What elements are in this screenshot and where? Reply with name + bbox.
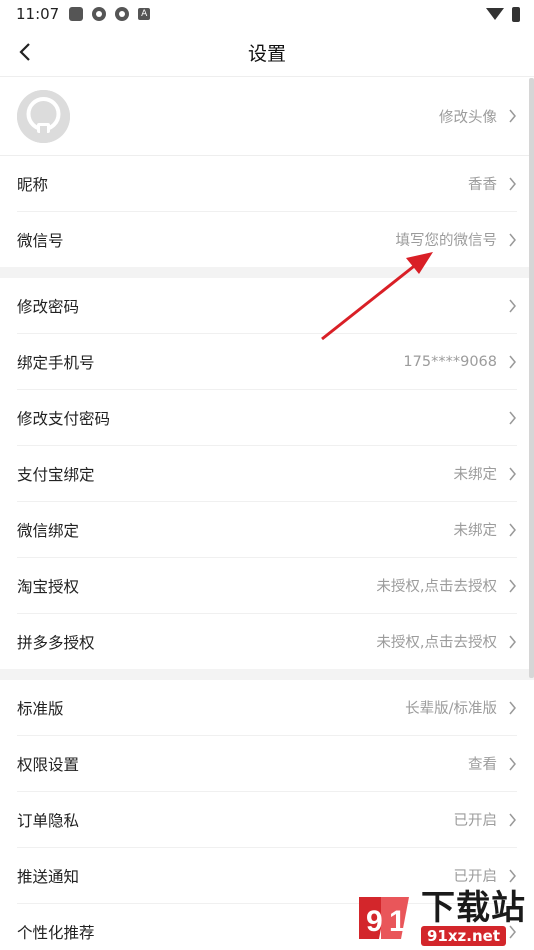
settings-row-label: 淘宝授权: [17, 577, 80, 596]
chevron-right-icon: [509, 635, 516, 648]
settings-row-label: 修改支付密码: [17, 409, 111, 428]
settings-row-label: 订单隐私: [17, 811, 80, 830]
chevron-right-icon: [509, 109, 516, 123]
avatar: [17, 89, 70, 143]
chevron-right-icon: [509, 467, 516, 480]
chevron-right-icon: [509, 701, 516, 714]
settings-row[interactable]: 绑定手机号 175****9068: [17, 334, 517, 390]
chevron-right-icon: [509, 411, 516, 424]
group-account: 修改密码 绑定手机号 175****9068 修改支付密码 支付宝绑定 未绑定 微信绑定 未绑…: [0, 278, 534, 669]
svg-text:9: 9: [366, 905, 383, 938]
settings-row-value: 未绑定: [453, 467, 498, 483]
settings-row-label: 权限设置: [17, 755, 80, 774]
settings-row[interactable]: 淘宝授权 未授权,点击去授权: [17, 558, 517, 614]
settings-row-value: 175****9068: [403, 353, 497, 370]
settings-row-label: 绑定手机号: [17, 353, 95, 372]
settings-row-value: 香香: [468, 177, 497, 193]
default-avatar-icon: [17, 89, 70, 143]
settings-row-value: 已开启: [453, 813, 498, 829]
settings-row[interactable]: 微信号 填写您的微信号: [17, 212, 517, 267]
settings-row[interactable]: 订单隐私 已开启: [17, 792, 517, 848]
nav-bar: 设置: [0, 28, 534, 77]
clock: 11:07: [16, 5, 60, 23]
notification-fan-icon: [92, 7, 107, 21]
watermark-logo-icon: 9 1: [359, 897, 409, 939]
settings-row[interactable]: 支付宝绑定 未绑定: [17, 446, 517, 502]
settings-row[interactable]: 标准版 长辈版/标准版: [17, 680, 517, 736]
settings-row-label: 支付宝绑定: [17, 465, 95, 484]
settings-row[interactable]: 修改密码: [17, 278, 517, 334]
settings-row[interactable]: 拼多多授权 未授权,点击去授权: [17, 614, 517, 669]
chevron-right-icon: [509, 177, 516, 190]
settings-row-label: 微信号: [17, 231, 64, 250]
notification-app-icon: [69, 7, 84, 21]
settings-row[interactable]: 修改支付密码: [17, 390, 517, 446]
settings-row[interactable]: 权限设置 查看: [17, 736, 517, 792]
chevron-right-icon: [509, 523, 516, 536]
scrollbar[interactable]: [529, 78, 534, 678]
settings-row-label: 标准版: [17, 699, 64, 718]
chevron-right-icon: [509, 355, 516, 368]
change-avatar-label: 修改头像: [439, 109, 497, 126]
avatar-row[interactable]: 修改头像: [0, 77, 534, 156]
settings-list[interactable]: 修改头像 昵称 香香微信号 填写您的微信号 修改密码绑定手机号 175****9068…: [0, 77, 534, 950]
settings-row-value: 填写您的微信号: [395, 233, 498, 249]
battery-icon: [512, 6, 520, 22]
back-arrow-icon[interactable]: [16, 40, 38, 64]
settings-row[interactable]: 微信绑定 未绑定: [17, 502, 517, 558]
chevron-right-icon: [509, 579, 516, 592]
svg-text:1: 1: [389, 905, 406, 938]
chevron-right-icon: [509, 757, 516, 770]
wifi-icon: [486, 8, 504, 20]
watermark: 9 1 下载站 91xz.net: [353, 890, 526, 946]
watermark-brand: 下载站: [421, 888, 526, 928]
settings-row-value: 未授权,点击去授权: [376, 579, 497, 595]
notification-a-icon: A: [138, 8, 151, 20]
settings-row-value: 已开启: [453, 869, 498, 885]
section-divider: [0, 267, 534, 278]
settings-row-label: 昵称: [17, 175, 49, 194]
settings-row[interactable]: 昵称 香香: [17, 156, 517, 212]
settings-row-label: 修改密码: [17, 297, 80, 316]
watermark-url: 91xz.net: [421, 926, 507, 946]
chevron-right-icon: [509, 299, 516, 312]
chevron-right-icon: [509, 869, 516, 882]
section-divider: [0, 669, 534, 680]
notification-fan-icon-2: [115, 7, 130, 21]
settings-row-label: 拼多多授权: [17, 633, 95, 652]
chevron-right-icon: [509, 813, 516, 826]
settings-row-value: 查看: [468, 757, 497, 773]
settings-row-value: 未授权,点击去授权: [376, 635, 497, 651]
group-profile: 昵称 香香微信号 填写您的微信号: [0, 156, 534, 267]
settings-row-label: 推送通知: [17, 867, 80, 886]
status-bar: 11:07 A: [0, 0, 534, 28]
chevron-right-icon: [509, 233, 516, 246]
settings-row-label: 微信绑定: [17, 521, 80, 540]
settings-row-value: 未绑定: [453, 523, 498, 539]
page-title: 设置: [247, 42, 286, 65]
settings-row-label: 个性化推荐: [17, 923, 95, 942]
settings-row-value: 长辈版/标准版: [405, 701, 497, 717]
